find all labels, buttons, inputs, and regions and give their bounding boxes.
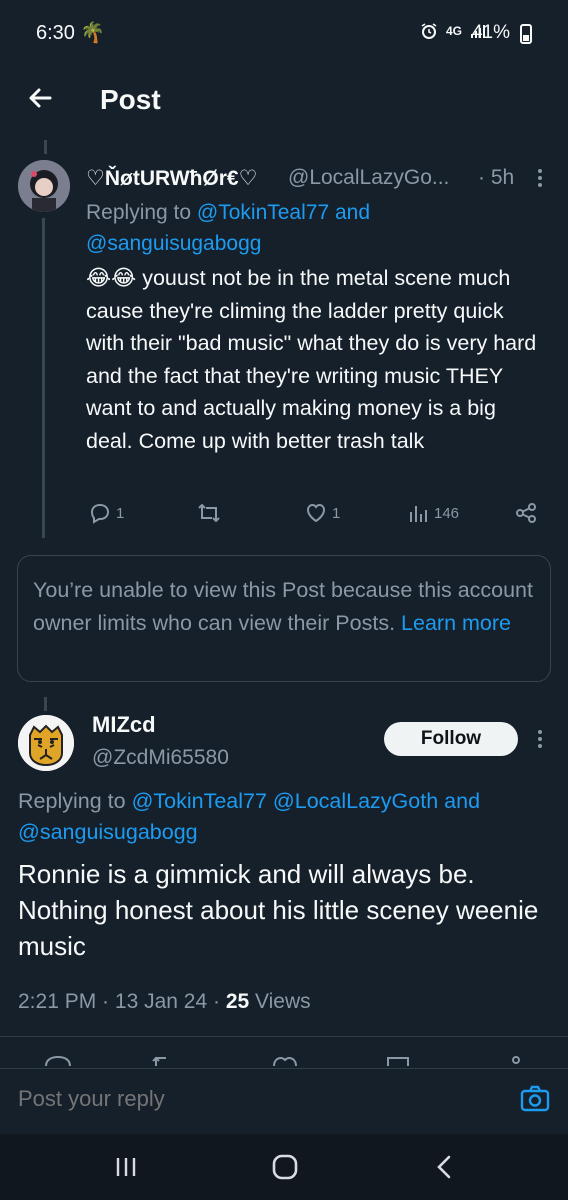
mention-link[interactable]: @LocalLazyGoth [273, 789, 438, 813]
more-options-icon[interactable] [532, 166, 548, 190]
more-options-icon[interactable] [534, 727, 546, 751]
repost-button[interactable] [196, 500, 222, 526]
avatar-image [18, 160, 70, 212]
camera-icon[interactable] [518, 1082, 552, 1116]
home-icon[interactable] [272, 1154, 298, 1180]
handle[interactable]: @ZcdMi65580 [92, 746, 229, 770]
repost-icon [198, 503, 220, 523]
mention-and[interactable]: and [335, 201, 370, 224]
replying-prefix: Replying to [86, 201, 192, 224]
tiger-avatar-image [18, 715, 74, 771]
battery-icon [520, 24, 532, 44]
heart-icon [306, 503, 326, 523]
replying-to: Replying to @TokinTeal77 @LocalLazyGoth … [18, 786, 558, 848]
thread-connector [44, 697, 47, 711]
limited-view-notice: You’re unable to view this Post because … [17, 555, 551, 682]
page-title: Post [100, 84, 161, 115]
mention-link[interactable]: @TokinTeal77 [197, 201, 329, 224]
display-name[interactable]: ♡ŇøtURWħØr€♡ [86, 166, 257, 191]
post-metadata: 2:21 PM · 13 Jan 24 · 25 Views [18, 990, 311, 1013]
avatar[interactable] [18, 160, 70, 212]
status-time: 6:30 [36, 22, 75, 44]
replying-to: Replying to @TokinTeal77 and @sanguisuga… [86, 197, 546, 259]
handle[interactable]: @LocalLazyGo... [288, 166, 449, 190]
thread-connector [44, 140, 47, 154]
learn-more-link[interactable]: Learn more [401, 611, 511, 635]
post-time: 2:21 PM [18, 990, 97, 1013]
system-back-icon[interactable] [434, 1155, 454, 1179]
alarm-icon [421, 23, 437, 39]
display-name[interactable]: MIZcd [92, 712, 156, 738]
views-button[interactable]: 146 [408, 500, 459, 526]
mention-link[interactable]: @TokinTeal77 [132, 789, 267, 813]
battery-percent: 41% [471, 22, 510, 43]
recent-apps-icon[interactable] [114, 1156, 138, 1178]
palm-tree-icon: 🌴 [80, 22, 105, 44]
mention-and[interactable]: and [444, 789, 480, 813]
post-time: · 5h [478, 166, 515, 189]
share-button[interactable] [514, 500, 538, 526]
replying-prefix: Replying to [18, 789, 126, 813]
post-text: 😂😂 youust not be in the metal scene much… [86, 266, 537, 453]
post-text: Ronnie is a gimmick and will always be. … [18, 859, 539, 961]
views-label[interactable]: Views [255, 990, 311, 1013]
avatar[interactable] [18, 715, 74, 771]
divider [0, 1036, 568, 1037]
network-4g-icon: 4G [445, 24, 462, 38]
reply-button[interactable]: 1 [88, 500, 124, 526]
mention-link[interactable]: @sanguisugabogg [18, 820, 198, 844]
share-icon [516, 503, 536, 523]
views-count: 146 [434, 504, 460, 522]
like-count: 1 [332, 504, 341, 522]
reply-count: 1 [116, 504, 125, 522]
back-arrow-icon[interactable] [24, 82, 56, 114]
reply-icon [90, 503, 110, 524]
follow-button[interactable]: Follow [384, 722, 518, 756]
action-icons-partial [45, 1055, 520, 1066]
thread-line [42, 218, 45, 538]
post-date: 13 Jan 24 [114, 990, 208, 1013]
reply-input[interactable] [18, 1086, 418, 1112]
mention-link[interactable]: @sanguisugabogg [86, 232, 261, 255]
views-icon [410, 506, 427, 522]
like-button[interactable]: 1 [304, 500, 340, 526]
views-count: 25 [225, 990, 250, 1013]
